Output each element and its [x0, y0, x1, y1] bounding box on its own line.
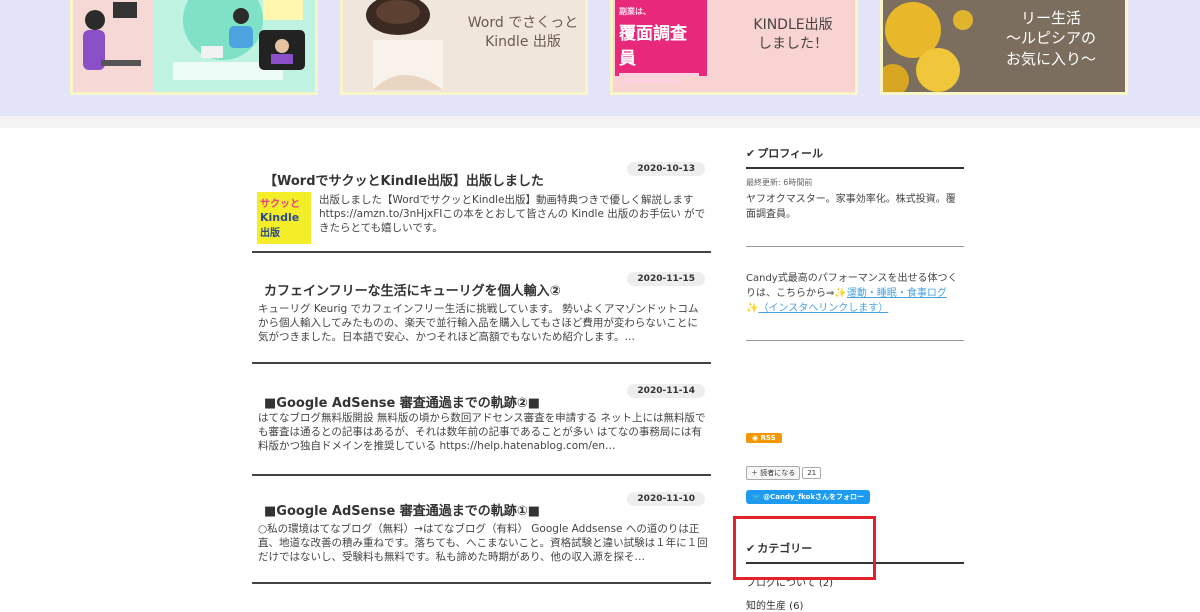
profile-description: ヤフオクマスター。家事効率化。株式投資。覆面調査員。 [746, 194, 956, 220]
entry-excerpt: 出版しました【WordでサクッとKindle出版】動画特典つきで優しく解説します… [319, 194, 706, 234]
candy-promo: Candy式最高のパフォーマンスを出せる体つくりは、こちらから⇒✨運動・睡眠・食… [746, 271, 964, 316]
sparkle-icon: ✨ [834, 288, 847, 299]
card-2-title-line2: Kindle 出版 [485, 33, 561, 50]
featured-banner: Word でさくっと Kindle 出版 副業は、 覆面調査員 KINDLE出版… [0, 0, 1200, 116]
entry-card[interactable]: 2020-11-14 ■Google AdSense 審査通過までの軌跡②■ は… [252, 374, 711, 476]
entry-date: 2020-11-14 [627, 384, 705, 398]
profile-heading-label: プロフィール [757, 147, 823, 160]
card-4-title-line2: ～ルピシアの [1005, 29, 1096, 48]
check-icon: ✔ [746, 147, 756, 160]
rss-icon: ◉ [752, 434, 761, 442]
remote-work-illustration [73, 0, 305, 92]
entry-divider [252, 251, 711, 253]
entry-card[interactable]: 2020-10-13 【WordでサクッとKindle出版】出版しました サクッ… [252, 152, 711, 253]
card-2-title: Word でさくっと Kindle 出版 [458, 14, 585, 52]
card-4-title: リー生活 ～ルピシアの お気に入り～ [973, 8, 1125, 69]
card-4-title-line3: お気に入り～ [1005, 49, 1096, 68]
reader-row: ＋ 読者になる 21 [746, 460, 964, 480]
page-divider [0, 116, 1200, 128]
entry-divider [252, 582, 711, 584]
candy-log-link[interactable]: 運動・睡眠・食事ログ [847, 288, 947, 299]
sidebar-divider [746, 340, 964, 341]
thumb-line3: 出版 [260, 228, 280, 239]
entry-card[interactable]: 2020-11-15 カフェインフリーな生活にキューリグを個人輸入② キューリグ… [252, 262, 711, 364]
subscribe-button[interactable]: ＋ 読者になる [746, 466, 801, 480]
twitter-icon: 🐦 [752, 493, 764, 501]
thumb-line2: Kindle [260, 211, 300, 224]
card-4-title-line1: リー生活 [1020, 9, 1081, 27]
entry-divider [252, 362, 711, 364]
featured-card-3[interactable]: 副業は、 覆面調査員 KINDLE出版 しました！ [610, 0, 858, 95]
instagram-link[interactable]: （インスタへリンクします） [758, 303, 888, 314]
twitter-row: 🐦 @Candy_fkokさんをフォロー [746, 484, 964, 504]
rss-row: ◉ RSS [746, 425, 964, 444]
category-item[interactable]: 知的生産 (6) [746, 597, 964, 612]
entry-date: 2020-10-13 [627, 162, 705, 176]
highlight-box [733, 516, 876, 580]
rss-button[interactable]: ◉ RSS [746, 433, 782, 443]
entry-title[interactable]: ■Google AdSense 審査通過までの軌跡②■ [264, 392, 540, 411]
thumb-line1: サクッと [260, 199, 300, 210]
profile-heading: ✔ プロフィール [746, 145, 964, 169]
twitter-follow-label: @Candy_fkokさんをフォロー [763, 493, 865, 501]
entry-excerpt: はてなブログ無料版開設 無料版の頃から数回アドセンス審査を申請する ネット上には… [258, 412, 706, 452]
sparkle-icon: ✨ [746, 303, 759, 314]
card-3-title: KINDLE出版 しました！ [728, 16, 855, 54]
entry-title[interactable]: 【WordでサクッとKindle出版】出版しました [264, 170, 544, 189]
entry-date: 2020-11-10 [627, 492, 705, 506]
featured-card-2[interactable]: Word でさくっと Kindle 出版 [340, 0, 588, 95]
entry-title[interactable]: ■Google AdSense 審査通過までの軌跡①■ [264, 500, 540, 519]
sidebar-divider [746, 246, 964, 247]
card-3-title-line2: しました！ [758, 35, 828, 52]
plus-icon: ＋ [751, 469, 761, 477]
card-2-title-line1: Word でさくっと [467, 15, 579, 31]
book-cover-tag: 副業は、 [619, 7, 651, 16]
book-cover-title: 覆面調査員 [619, 24, 687, 69]
card-3-title-line1: KINDLE出版 [753, 17, 833, 33]
entry-excerpt: キューリグ Keurig でカフェインフリー生活に挑戦しています。 勢いよくアマ… [258, 303, 699, 343]
entry-title[interactable]: カフェインフリーな生活にキューリグを個人輸入② [264, 280, 561, 299]
featured-card-1[interactable] [70, 0, 318, 95]
rss-label: RSS [760, 434, 776, 442]
last-updated: 最終更新: 6時間前 [746, 178, 813, 187]
entry-thumbnail[interactable]: サクッと Kindle 出版 [257, 192, 311, 244]
featured-card-4[interactable]: リー生活 ～ルピシアの お気に入り～ [880, 0, 1128, 95]
reader-count: 21 [802, 467, 822, 479]
entry-excerpt: ○私の環境はてなブログ（無料）→はてなブログ（有料） Google Addsen… [258, 523, 708, 563]
entry-card[interactable]: 2020-11-10 ■Google AdSense 審査通過までの軌跡①■ ○… [252, 482, 711, 584]
entry-divider [252, 474, 711, 476]
entry-date: 2020-11-15 [627, 272, 705, 286]
twitter-follow-button[interactable]: 🐦 @Candy_fkokさんをフォロー [746, 490, 871, 504]
subscribe-label: 読者になる [760, 469, 796, 477]
book-cover: 副業は、 覆面調査員 [615, 0, 707, 82]
